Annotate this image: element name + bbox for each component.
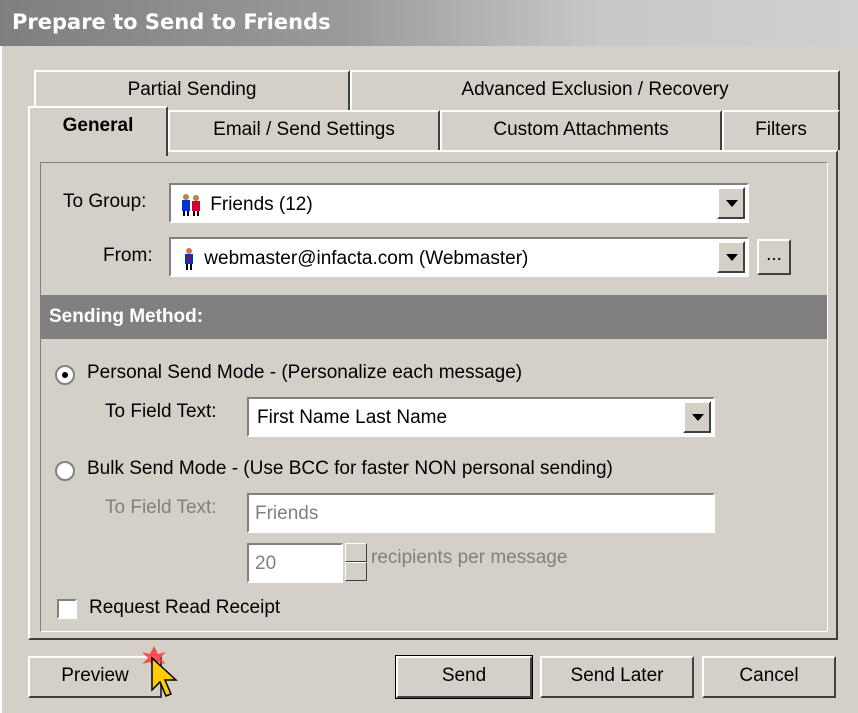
personal-to-field-value: First Name Last Name — [257, 407, 448, 428]
bulk-send-mode-radio[interactable] — [55, 461, 75, 481]
send-later-button[interactable]: Send Later — [540, 656, 694, 698]
tab-general[interactable]: General — [28, 106, 168, 156]
window-title: Prepare to Send to Friends — [12, 10, 331, 34]
tab-label: General — [62, 115, 134, 136]
title-bar: Prepare to Send to Friends — [0, 0, 858, 46]
browse-sender-button[interactable]: ... — [757, 239, 791, 275]
browse-label: ... — [766, 244, 782, 265]
sending-method-header: Sending Method: — [41, 295, 827, 339]
tab-partial-sending[interactable]: Partial Sending — [34, 70, 350, 110]
from-value: webmaster@infacta.com (Webmaster) — [204, 248, 529, 270]
send-later-label: Send Later — [570, 665, 664, 686]
tab-filters[interactable]: Filters — [722, 110, 840, 150]
send-label: Send — [441, 665, 487, 686]
send-button[interactable]: Send — [395, 655, 533, 699]
tab-label: Email / Send Settings — [213, 119, 395, 140]
chevron-down-icon[interactable] — [717, 241, 745, 273]
recipients-per-message-input[interactable]: 20 — [247, 543, 343, 583]
spin-up-icon[interactable] — [345, 543, 367, 562]
bulk-send-mode-label: Bulk Send Mode - (Use BCC for faster NON… — [87, 458, 613, 479]
personal-send-mode-label: Personal Send Mode - (Personalize each m… — [87, 362, 523, 383]
personal-to-field-select[interactable]: First Name Last Name — [247, 397, 715, 437]
tab-label: Partial Sending — [127, 79, 257, 100]
chevron-down-icon[interactable] — [683, 401, 711, 433]
from-value-wrap: webmaster@infacta.com (Webmaster) — [179, 247, 528, 271]
spin-down-icon[interactable] — [345, 562, 367, 581]
tab-email-send-settings[interactable]: Email / Send Settings — [168, 110, 440, 150]
request-read-receipt-label: Request Read Receipt — [89, 597, 281, 618]
recipients-per-message-label: recipients per message — [371, 547, 568, 568]
person-icon — [185, 248, 193, 270]
to-group-value-wrap: Friends (12) — [179, 193, 313, 217]
recipients-spinner[interactable] — [345, 543, 367, 581]
tab-label: Advanced Exclusion / Recovery — [461, 79, 729, 100]
group-people-icon — [182, 194, 200, 216]
personal-to-field-label: To Field Text: — [105, 401, 217, 422]
personal-send-mode-radio[interactable] — [55, 365, 75, 385]
window-border — [0, 46, 2, 713]
bulk-to-field-label: To Field Text: — [105, 497, 217, 518]
from-label: From: — [103, 245, 153, 266]
recipients-value: 20 — [255, 553, 277, 574]
tab-label: Filters — [755, 119, 807, 140]
from-select[interactable]: webmaster@infacta.com (Webmaster) — [169, 237, 749, 277]
settings-group: To Group: Friends (12) From: webmaster@i… — [40, 162, 828, 632]
to-group-label: To Group: — [63, 191, 147, 212]
cancel-button[interactable]: Cancel — [702, 656, 836, 698]
tab-advanced-exclusion-recovery[interactable]: Advanced Exclusion / Recovery — [350, 70, 840, 110]
general-tab-panel: To Group: Friends (12) From: webmaster@i… — [28, 150, 838, 640]
bulk-to-field-input[interactable]: Friends — [247, 493, 715, 533]
to-group-value: Friends (12) — [210, 194, 313, 216]
arrow-cursor-icon — [142, 646, 178, 697]
tab-custom-attachments[interactable]: Custom Attachments — [440, 110, 722, 150]
preview-label: Preview — [61, 665, 129, 686]
bulk-to-field-value: Friends — [255, 503, 319, 524]
chevron-down-icon[interactable] — [717, 187, 745, 219]
to-group-select[interactable]: Friends (12) — [169, 183, 749, 223]
cancel-label: Cancel — [739, 665, 799, 686]
tab-label: Custom Attachments — [493, 119, 669, 140]
request-read-receipt-checkbox[interactable] — [57, 599, 77, 619]
